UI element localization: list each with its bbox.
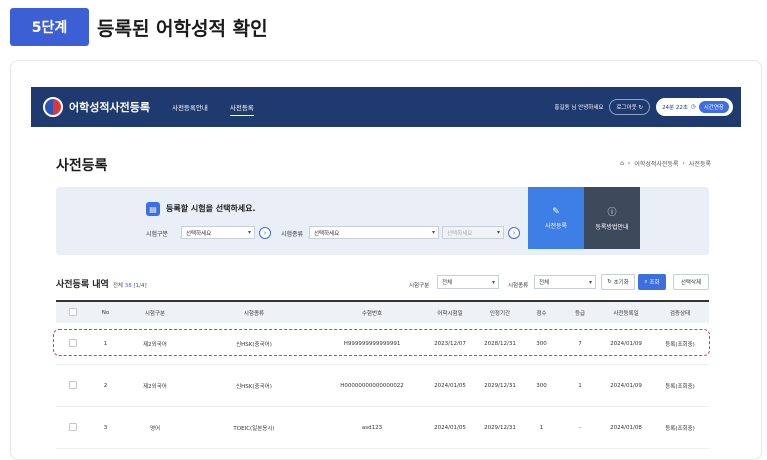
guide-tile-button[interactable]: ⓘ 등록방법안내 bbox=[584, 187, 640, 249]
delete-selected-button[interactable]: 선택삭제 bbox=[673, 274, 709, 290]
reset-button[interactable]: ↻ 초기화 bbox=[601, 274, 635, 290]
panel-heading: 등록할 시험을 선택하세요. bbox=[166, 204, 256, 213]
chevron-right-icon: › bbox=[682, 160, 685, 167]
extend-session-button[interactable]: 시간연장 bbox=[698, 101, 729, 113]
site-logo-text[interactable]: 어학성적사전등록 bbox=[69, 99, 150, 115]
table-header-row: No 시험구분 시험종류 수험번호 어학시험일 인정기간 점수 등급 사전등록일… bbox=[56, 302, 709, 323]
filter-type-select[interactable]: 전체 bbox=[437, 275, 499, 289]
arrow-right-icon: › bbox=[512, 229, 516, 237]
search-icon: ⌕ bbox=[644, 278, 648, 285]
taegeuk-logo-icon bbox=[43, 97, 63, 117]
exam-select-panel: ▤ 등록할 시험을 선택하세요. 시험구분 선택하세요 › 시험종류 선택하세요… bbox=[56, 187, 709, 255]
col-score: 점수 bbox=[536, 310, 547, 317]
search-button[interactable]: ⌕ 조회 bbox=[638, 274, 666, 290]
exam-kind-go-button[interactable]: › bbox=[508, 227, 520, 239]
chevron-right-icon: › bbox=[627, 160, 631, 167]
exam-type-label: 시험구분 bbox=[146, 231, 169, 238]
breadcrumb-item[interactable]: 어학성적사전등록 bbox=[634, 159, 678, 168]
table-row[interactable]: 1 제2외국어 신HSK(중국어) H999999999999991 2023/… bbox=[56, 323, 709, 365]
col-exam-date: 어학시험일 bbox=[437, 310, 463, 317]
step-header: 5단계 등록된 어학성적 확인 bbox=[10, 8, 268, 46]
info-icon: ⓘ bbox=[607, 208, 617, 218]
row-checkbox[interactable] bbox=[68, 422, 77, 431]
step-title: 등록된 어학성적 확인 bbox=[97, 17, 268, 40]
register-tile-button[interactable]: ✎ 사전등록 bbox=[528, 187, 584, 249]
site-header: 어학성적사전등록 사전등록안내 사전등록 홍길동 님 안녕하세요 로그아웃 ↻ … bbox=[31, 87, 741, 127]
table-row[interactable]: 3 영어 TOEIC(일본응시) asd123 2024/01/05 2029/… bbox=[56, 407, 709, 449]
exam-type-select[interactable]: 선택하세요 bbox=[181, 226, 255, 239]
exam-kind-select[interactable]: 선택하세요 bbox=[309, 226, 439, 239]
col-no: No bbox=[101, 309, 110, 316]
nav-item-register[interactable]: 사전등록 bbox=[229, 99, 254, 116]
arrow-right-icon: › bbox=[263, 229, 267, 237]
col-valid-period: 인정기간 bbox=[489, 310, 511, 317]
col-exam-type: 시험구분 bbox=[144, 310, 166, 317]
home-icon[interactable]: ⌂ bbox=[620, 160, 624, 167]
pencil-icon: ✎ bbox=[552, 206, 560, 217]
breadcrumb-item-current: 사전등록 bbox=[688, 161, 711, 168]
clock-icon: ◷ bbox=[690, 104, 696, 110]
filter-type-label: 시험구분 bbox=[409, 283, 430, 289]
list-title: 사전등록 내역 전체 38 [1/4] bbox=[56, 280, 147, 290]
logout-icon: ↻ bbox=[638, 105, 644, 111]
col-grade: 등급 bbox=[574, 310, 586, 317]
filter-kind-select[interactable]: 전체 bbox=[534, 275, 596, 289]
col-exam-kind: 시험종류 bbox=[243, 310, 265, 317]
document-icon: ▤ bbox=[146, 202, 160, 216]
session-timer: 24분 22초 ◷ 시간연장 bbox=[656, 98, 733, 116]
col-reg-date: 사전등록일 bbox=[613, 310, 639, 317]
exam-kind-label: 시험종류 bbox=[281, 231, 304, 238]
logout-button[interactable]: 로그아웃 ↻ bbox=[609, 99, 651, 115]
refresh-icon: ↻ bbox=[607, 279, 612, 285]
col-status: 검증상태 bbox=[669, 310, 691, 317]
registration-table: No 시험구분 시험종류 수험번호 어학시험일 인정기간 점수 등급 사전등록일… bbox=[56, 300, 709, 449]
filter-kind-label: 시험종류 bbox=[508, 283, 529, 289]
screenshot-frame: 어학성적사전등록 사전등록안내 사전등록 홍길동 님 안녕하세요 로그아웃 ↻ … bbox=[10, 60, 762, 460]
breadcrumb: ⌂ › 어학성적사전등록 › 사전등록 bbox=[620, 159, 711, 168]
list-count: 전체 38 [1/4] bbox=[112, 283, 147, 289]
page-title: 사전등록 bbox=[56, 158, 108, 174]
nav-item-guide[interactable]: 사전등록안내 bbox=[172, 99, 208, 115]
row-checkbox[interactable] bbox=[68, 338, 77, 347]
step-badge: 5단계 bbox=[10, 8, 89, 46]
exam-sub-select: 선택하세요 bbox=[442, 226, 504, 239]
row-checkbox[interactable] bbox=[68, 380, 77, 389]
table-row[interactable]: 2 제2외국어 신HSK(중국어) H00000000000000022 202… bbox=[56, 365, 709, 407]
timer-text: 24분 22초 bbox=[662, 105, 688, 111]
col-exam-number: 수험번호 bbox=[361, 310, 383, 317]
user-greeting: 홍길동 님 안녕하세요 bbox=[554, 105, 604, 111]
exam-type-go-button[interactable]: › bbox=[259, 227, 271, 239]
select-all-checkbox[interactable] bbox=[68, 307, 77, 316]
